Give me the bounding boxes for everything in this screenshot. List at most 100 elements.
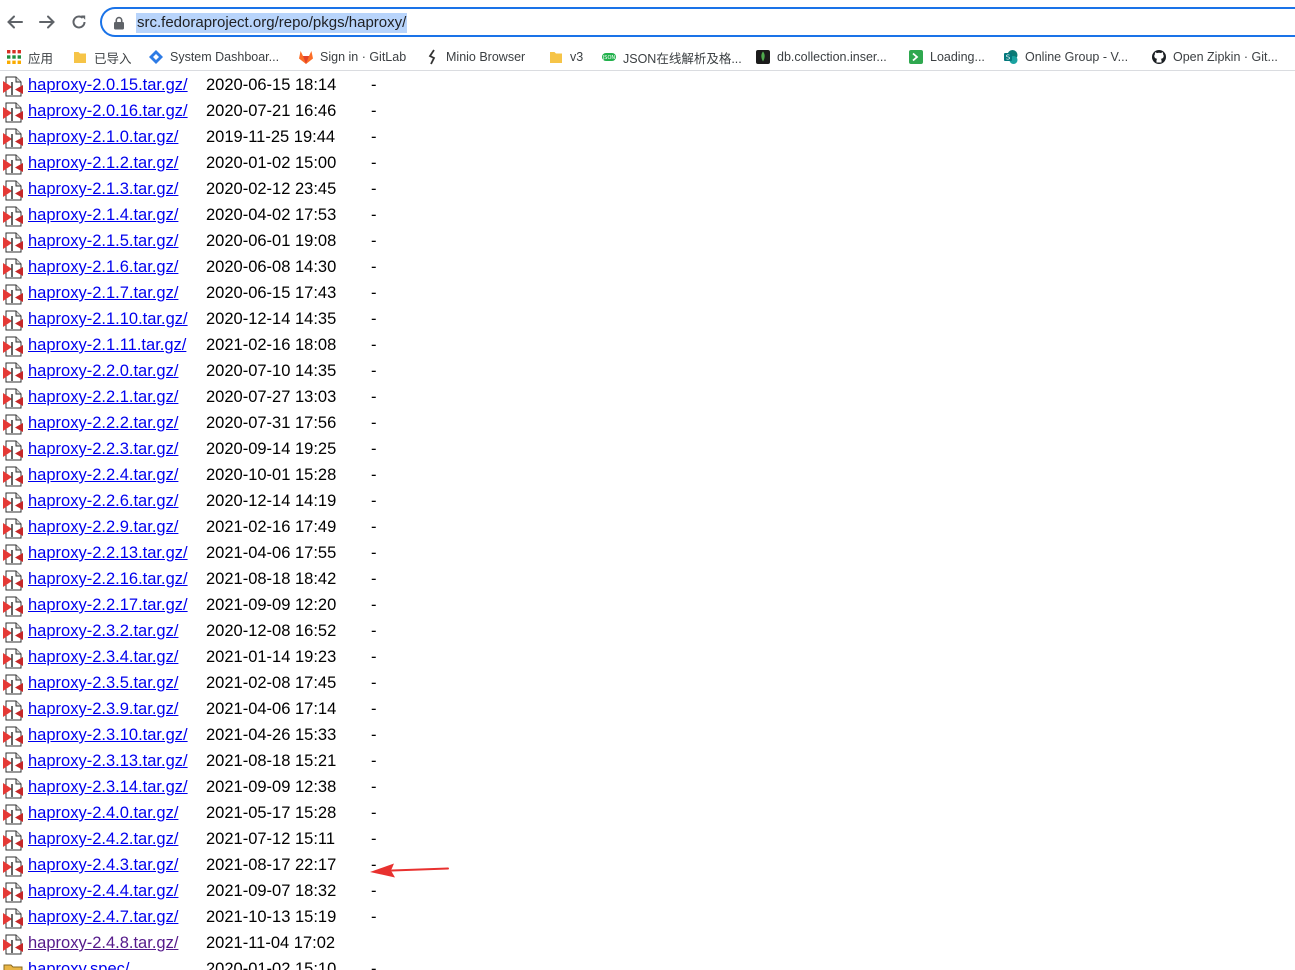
directory-listing: haproxy-2.0.15.tar.gz/2020-06-15 18:14- h… xyxy=(0,71,1295,970)
file-size: - xyxy=(371,206,377,224)
file-link[interactable]: haproxy-2.1.3.tar.gz/ xyxy=(28,177,178,201)
file-link[interactable]: haproxy-2.1.6.tar.gz/ xyxy=(28,255,178,279)
list-item: haproxy-2.3.9.tar.gz/2021-04-06 17:14 - xyxy=(0,696,520,722)
file-link[interactable]: haproxy-2.4.7.tar.gz/ xyxy=(28,905,178,929)
list-item: haproxy-2.3.2.tar.gz/2020-12-08 16:52 - xyxy=(0,618,520,644)
bookmark-label: System Dashboar... xyxy=(170,50,280,64)
bookmark-v3[interactable]: v3 xyxy=(548,47,583,67)
file-date: 2020-12-14 14:19 xyxy=(206,492,337,510)
file-size: - xyxy=(371,648,377,666)
bookmark-mongodb[interactable]: db.collection.inser... xyxy=(755,47,887,67)
file-link[interactable]: haproxy-2.3.2.tar.gz/ xyxy=(28,619,178,643)
file-size: - xyxy=(371,804,377,822)
file-link[interactable]: haproxy-2.0.15.tar.gz/ xyxy=(28,73,188,97)
archive-file-icon xyxy=(3,700,23,721)
archive-file-icon xyxy=(3,752,23,773)
bookmark-label: JSON在线解析及格... xyxy=(623,51,742,66)
file-link[interactable]: haproxy-2.2.0.tar.gz/ xyxy=(28,359,178,383)
file-link[interactable]: haproxy-2.2.17.tar.gz/ xyxy=(28,593,188,617)
file-link[interactable]: haproxy-2.1.2.tar.gz/ xyxy=(28,151,178,175)
address-bar[interactable]: src.fedoraproject.org/repo/pkgs/haproxy/ xyxy=(100,7,1295,37)
file-link[interactable]: haproxy-2.2.1.tar.gz/ xyxy=(28,385,178,409)
file-date: 2020-02-12 23:45 xyxy=(206,180,337,198)
bookmark-minio[interactable]: Minio Browser xyxy=(426,47,525,67)
archive-file-icon xyxy=(3,622,23,643)
back-button[interactable] xyxy=(3,10,27,34)
file-link[interactable]: haproxy-2.1.5.tar.gz/ xyxy=(28,229,178,253)
file-link[interactable]: haproxy-2.3.13.tar.gz/ xyxy=(28,749,188,773)
file-link[interactable]: haproxy-2.2.13.tar.gz/ xyxy=(28,541,188,565)
file-date: 2020-07-31 17:56 xyxy=(206,414,337,432)
file-date: 2021-11-04 17:02 xyxy=(206,934,336,952)
reload-button[interactable] xyxy=(67,10,91,34)
lock-icon[interactable] xyxy=(112,16,126,30)
file-date: 2020-09-14 19:25 xyxy=(206,440,337,458)
file-link[interactable]: haproxy-2.4.3.tar.gz/ xyxy=(28,853,178,877)
file-size: - xyxy=(371,674,377,692)
file-link[interactable]: haproxy-2.2.4.tar.gz/ xyxy=(28,463,178,487)
file-date: 2020-07-10 14:35 xyxy=(206,362,337,380)
file-link[interactable]: haproxy-2.4.4.tar.gz/ xyxy=(28,879,178,903)
file-link[interactable]: haproxy-2.1.7.tar.gz/ xyxy=(28,281,178,305)
file-link[interactable]: haproxy-2.1.4.tar.gz/ xyxy=(28,203,178,227)
bookmark-gitlab[interactable]: Sign in · GitLab xyxy=(298,47,406,67)
file-size: - xyxy=(371,128,377,146)
file-date: 2021-07-12 15:11 xyxy=(206,830,336,848)
list-item: haproxy-2.3.5.tar.gz/2021-02-08 17:45 - xyxy=(0,670,520,696)
bookmark-zipkin[interactable]: Open Zipkin · Git... xyxy=(1151,47,1278,67)
bookmark-apps[interactable]: 应用 xyxy=(6,47,53,67)
list-item: haproxy-2.4.7.tar.gz/2021-10-13 15:19 - xyxy=(0,904,520,930)
file-link[interactable]: haproxy-2.4.8.tar.gz/ xyxy=(28,931,178,955)
svg-text:S: S xyxy=(1006,54,1011,62)
file-link[interactable]: haproxy-2.0.16.tar.gz/ xyxy=(28,99,188,123)
file-link[interactable]: haproxy-2.1.10.tar.gz/ xyxy=(28,307,188,331)
bookmark-loading[interactable]: Loading... xyxy=(908,47,985,67)
file-link[interactable]: haproxy.spec/ xyxy=(28,957,130,970)
file-link[interactable]: haproxy-2.3.10.tar.gz/ xyxy=(28,723,188,747)
file-link[interactable]: haproxy-2.3.14.tar.gz/ xyxy=(28,775,188,799)
forward-button[interactable] xyxy=(35,10,59,34)
bookmark-imported[interactable]: 已导入 xyxy=(72,47,132,67)
archive-file-icon xyxy=(3,804,23,825)
archive-file-icon xyxy=(3,414,23,435)
list-item: haproxy-2.3.14.tar.gz/2021-09-09 12:38 - xyxy=(0,774,520,800)
file-link[interactable]: haproxy-2.4.0.tar.gz/ xyxy=(28,801,178,825)
arrow-right-icon xyxy=(39,15,55,29)
file-date: 2021-08-18 18:42 xyxy=(206,570,337,588)
svg-text:JSON: JSON xyxy=(602,55,616,61)
file-link[interactable]: haproxy-2.1.0.tar.gz/ xyxy=(28,125,178,149)
file-link[interactable]: haproxy-2.2.16.tar.gz/ xyxy=(28,567,188,591)
json-icon: JSON xyxy=(602,53,616,61)
list-item: haproxy-2.1.6.tar.gz/2020-06-08 14:30 - xyxy=(0,254,520,280)
archive-file-icon xyxy=(3,232,23,253)
file-link[interactable]: haproxy-2.3.9.tar.gz/ xyxy=(28,697,178,721)
file-link[interactable]: haproxy-2.3.5.tar.gz/ xyxy=(28,671,178,695)
bookmark-json[interactable]: JSON JSON在线解析及格... xyxy=(601,47,742,67)
archive-file-icon xyxy=(3,76,23,97)
file-link[interactable]: haproxy-2.4.2.tar.gz/ xyxy=(28,827,178,851)
bookmark-online-group[interactable]: S Online Group - V... xyxy=(1003,47,1128,67)
file-date: 2021-10-13 15:19 xyxy=(206,908,337,926)
archive-file-icon xyxy=(3,830,23,851)
annotation-arrow-icon xyxy=(370,863,449,878)
bookmark-system-dashboard[interactable]: System Dashboar... xyxy=(148,47,279,67)
file-link[interactable]: haproxy-2.1.11.tar.gz/ xyxy=(28,333,186,357)
file-size: - xyxy=(371,882,377,900)
file-size: - xyxy=(371,154,377,172)
archive-file-icon xyxy=(3,492,23,513)
file-size: - xyxy=(371,414,377,432)
bookmark-label: Sign in · GitLab xyxy=(320,50,407,64)
file-link[interactable]: haproxy-2.2.6.tar.gz/ xyxy=(28,489,178,513)
list-item: haproxy-2.4.0.tar.gz/2021-05-17 15:28 - xyxy=(0,800,520,826)
file-date: 2020-12-14 14:35 xyxy=(206,310,337,328)
url-text[interactable]: src.fedoraproject.org/repo/pkgs/haproxy/ xyxy=(136,13,408,33)
file-link[interactable]: haproxy-2.2.2.tar.gz/ xyxy=(28,411,178,435)
file-link[interactable]: haproxy-2.3.4.tar.gz/ xyxy=(28,645,178,669)
file-size: - xyxy=(371,778,377,796)
file-link[interactable]: haproxy-2.2.9.tar.gz/ xyxy=(28,515,178,539)
file-link[interactable]: haproxy-2.2.3.tar.gz/ xyxy=(28,437,178,461)
file-date: 2021-09-07 18:32 xyxy=(206,882,337,900)
file-date: 2021-01-14 19:23 xyxy=(206,648,337,666)
archive-file-icon xyxy=(3,544,23,565)
file-date: 2020-06-01 19:08 xyxy=(206,232,337,250)
